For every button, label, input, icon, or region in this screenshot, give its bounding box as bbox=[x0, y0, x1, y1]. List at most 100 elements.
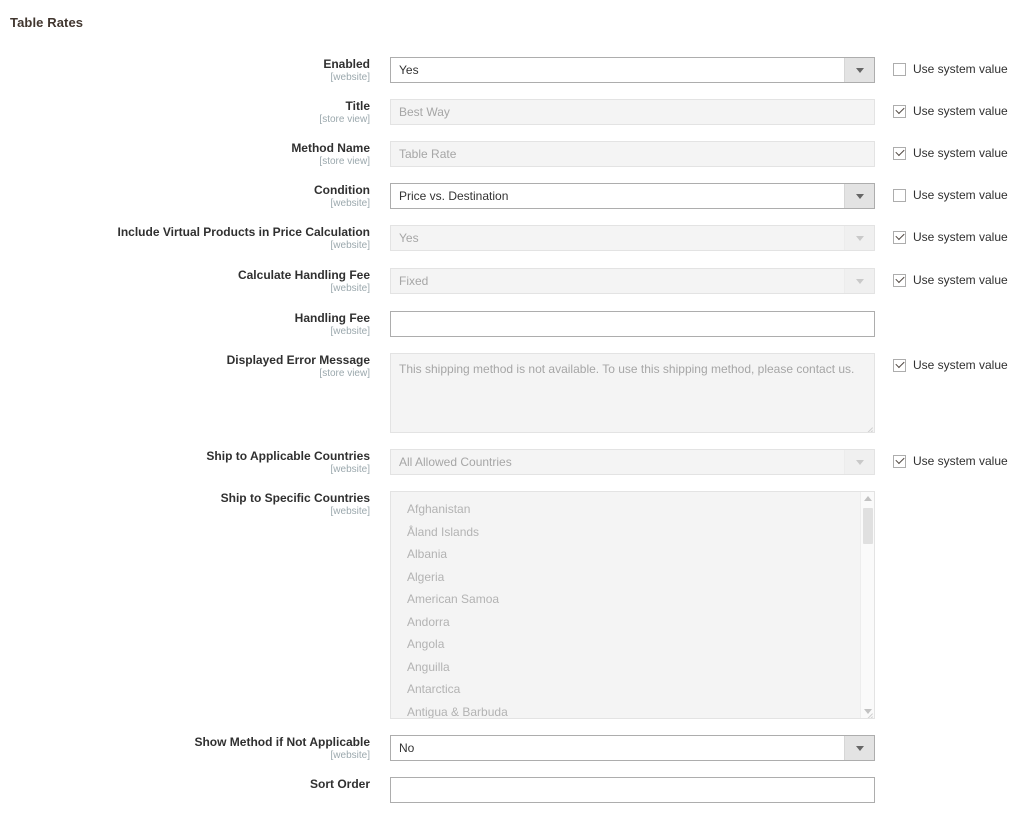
chevron-down-icon[interactable] bbox=[844, 736, 874, 760]
use-system-value-calculate_handling_fee[interactable]: Use system value bbox=[893, 273, 1008, 287]
label-scope-displayed_error_message: [store view] bbox=[319, 368, 370, 379]
chevron-down-icon[interactable] bbox=[844, 184, 874, 208]
use-system-value-label: Use system value bbox=[913, 62, 1008, 76]
field-calculate_handling_fee: Fixed bbox=[390, 268, 875, 294]
label-scope-enabled: [website] bbox=[330, 72, 370, 83]
select-calculate_handling_fee: Fixed bbox=[390, 268, 875, 294]
label-scope-show_method_if_not_applicable: [website] bbox=[330, 750, 370, 761]
use-system-value-label: Use system value bbox=[913, 273, 1008, 287]
form-row-enabled: Enabled [website] Yes Use system value bbox=[0, 57, 1024, 83]
form-row-handling_fee: Handling Fee [website] bbox=[0, 311, 1024, 337]
list-item: Albania bbox=[407, 547, 448, 561]
field-enabled: Yes bbox=[390, 57, 875, 83]
input-sort_order[interactable] bbox=[390, 777, 875, 803]
field-ship_to_specific_countries: Afghanistan Åland Islands Albania Algeria Am… bbox=[390, 491, 875, 719]
page-title: Table Rates bbox=[10, 15, 84, 30]
list-item: Andorra bbox=[407, 614, 450, 629]
label-ship_to_applicable_countries: Ship to Applicable Countries [website] bbox=[0, 449, 380, 476]
select-condition[interactable]: Price vs. Destination bbox=[390, 183, 875, 209]
label-scope-ship_to_specific_countries: [website] bbox=[330, 506, 370, 517]
form-row-method_name: Method Name[store view] Use system value bbox=[0, 141, 1024, 167]
use-system-value-label: Use system value bbox=[913, 188, 1008, 202]
label-handling_fee: Handling Fee [website] bbox=[0, 311, 380, 338]
field-sort_order bbox=[390, 777, 875, 803]
field-title bbox=[390, 99, 875, 125]
form-row-sort_order: Sort Order bbox=[0, 777, 1024, 803]
select-include_virtual_products: Yes bbox=[390, 225, 875, 251]
scroll-up-arrow-icon[interactable] bbox=[864, 496, 872, 501]
select-show_method_if_not_applicable[interactable]: No bbox=[390, 735, 875, 761]
select-value-calculate_handling_fee: Fixed bbox=[399, 274, 429, 288]
scrollbar-thumb[interactable] bbox=[863, 508, 873, 544]
list-item: Antarctica bbox=[407, 682, 461, 696]
field-ship_to_applicable_countries: All Allowed Countries bbox=[390, 449, 875, 475]
multiselect-option-list: Afghanistan Åland Islands Albania Algeria Am… bbox=[391, 492, 861, 718]
list-item: Åland Islands bbox=[407, 524, 480, 539]
label-enabled: Enabled [website] bbox=[0, 57, 380, 84]
label-text-enabled: Enabled bbox=[323, 57, 370, 71]
select-enabled[interactable]: Yes bbox=[390, 57, 875, 83]
resize-handle-icon[interactable] bbox=[861, 419, 873, 431]
label-scope-ship_to_applicable_countries: [website] bbox=[330, 464, 370, 475]
checkbox-use-system-value[interactable] bbox=[893, 104, 906, 118]
use-system-value-enabled[interactable]: Use system value bbox=[893, 62, 1008, 76]
textarea-displayed_error_message: This shipping method is not available. T… bbox=[390, 353, 875, 433]
input-method_name bbox=[390, 141, 875, 167]
checkbox-use-system-value[interactable] bbox=[893, 358, 906, 372]
list-item: American Samoa bbox=[407, 592, 500, 606]
use-system-value-label: Use system value bbox=[913, 454, 1008, 468]
label-sort_order: Sort Order bbox=[0, 777, 380, 792]
multiselect-scrollbar[interactable] bbox=[860, 492, 874, 718]
label-show_method_if_not_applicable: Show Method if Not Applicable [website] bbox=[0, 735, 380, 762]
label-scope-title: [store view] bbox=[319, 114, 370, 125]
list-item: Angola bbox=[407, 637, 445, 651]
label-text-calculate_handling_fee: Calculate Handling Fee bbox=[237, 268, 370, 282]
label-scope-handling_fee: [website] bbox=[330, 326, 370, 337]
label-text-show_method_if_not_applicable: Show Method if Not Applicable bbox=[194, 735, 370, 749]
field-handling_fee bbox=[390, 311, 875, 337]
use-system-value-include_virtual_products[interactable]: Use system value bbox=[893, 230, 1008, 244]
select-ship_to_applicable_countries: All Allowed Countries bbox=[390, 449, 875, 475]
input-handling_fee[interactable] bbox=[390, 311, 875, 337]
label-text-include_virtual_products: Include Virtual Products in Price Calcul… bbox=[117, 225, 370, 239]
chevron-down-icon[interactable] bbox=[844, 58, 874, 82]
form-row-ship_to_applicable_countries: Ship to Applicable Countries [website] All… bbox=[0, 449, 1024, 475]
use-system-value-title[interactable]: Use system value bbox=[893, 104, 1008, 118]
use-system-value-label: Use system value bbox=[913, 104, 1008, 118]
select-value-show_method_if_not_applicable: No bbox=[399, 741, 415, 755]
label-scope-calculate_handling_fee: [website] bbox=[330, 283, 370, 294]
label-method_name: Method Name [store view] bbox=[0, 141, 380, 168]
use-system-value-displayed_error_message[interactable]: Use system value bbox=[893, 358, 1008, 372]
select-value-ship_to_applicable_countries: All Allowed Countries bbox=[399, 455, 512, 469]
form-row-title: Title[store view] Use system value bbox=[0, 99, 1024, 125]
label-text-sort_order: Sort Order bbox=[309, 777, 370, 791]
checkbox-use-system-value[interactable] bbox=[893, 146, 906, 160]
list-item: Afghanistan bbox=[407, 502, 471, 516]
multiselect-ship_to_specific_countries: Afghanistan Åland Islands Albania Algeria Am… bbox=[390, 491, 875, 719]
checkbox-use-system-value[interactable] bbox=[893, 273, 906, 287]
use-system-value-condition[interactable]: Use system value bbox=[893, 188, 1008, 202]
field-show_method_if_not_applicable: No bbox=[390, 735, 875, 761]
checkbox-use-system-value[interactable] bbox=[893, 454, 906, 468]
label-condition: Condition [website] bbox=[0, 183, 380, 210]
form-row-condition: Condition [website] Price vs. Destination U… bbox=[0, 183, 1024, 209]
form-row-ship_to_specific_countries: Ship to Specific Countries [website] Afgha… bbox=[0, 491, 1024, 719]
chevron-down-icon bbox=[844, 269, 874, 293]
checkbox-use-system-value[interactable] bbox=[893, 62, 906, 76]
input-title bbox=[390, 99, 875, 125]
checkbox-use-system-value[interactable] bbox=[893, 230, 906, 244]
chevron-down-icon bbox=[844, 226, 874, 250]
table-rates-config-page: Table Rates Enabled [website] Yes Use syste… bbox=[0, 0, 1024, 814]
select-value-enabled: Yes bbox=[399, 63, 419, 77]
use-system-value-ship_to_applicable_countries[interactable]: Use system value bbox=[893, 454, 1008, 468]
scroll-down-arrow-icon[interactable] bbox=[864, 709, 872, 714]
label-ship_to_specific_countries: Ship to Specific Countries [website] bbox=[0, 491, 380, 518]
field-condition: Price vs. Destination bbox=[390, 183, 875, 209]
use-system-value-label: Use system value bbox=[913, 358, 1008, 372]
checkbox-use-system-value[interactable] bbox=[893, 188, 906, 202]
label-text-title: Title bbox=[345, 99, 370, 113]
label-text-ship_to_specific_countries: Ship to Specific Countries bbox=[220, 491, 370, 505]
form-row-displayed_error_message: Displayed Error Message [store view] This … bbox=[0, 353, 1024, 433]
label-scope-method_name: [store view] bbox=[319, 156, 370, 167]
use-system-value-method_name[interactable]: Use system value bbox=[893, 146, 1008, 160]
